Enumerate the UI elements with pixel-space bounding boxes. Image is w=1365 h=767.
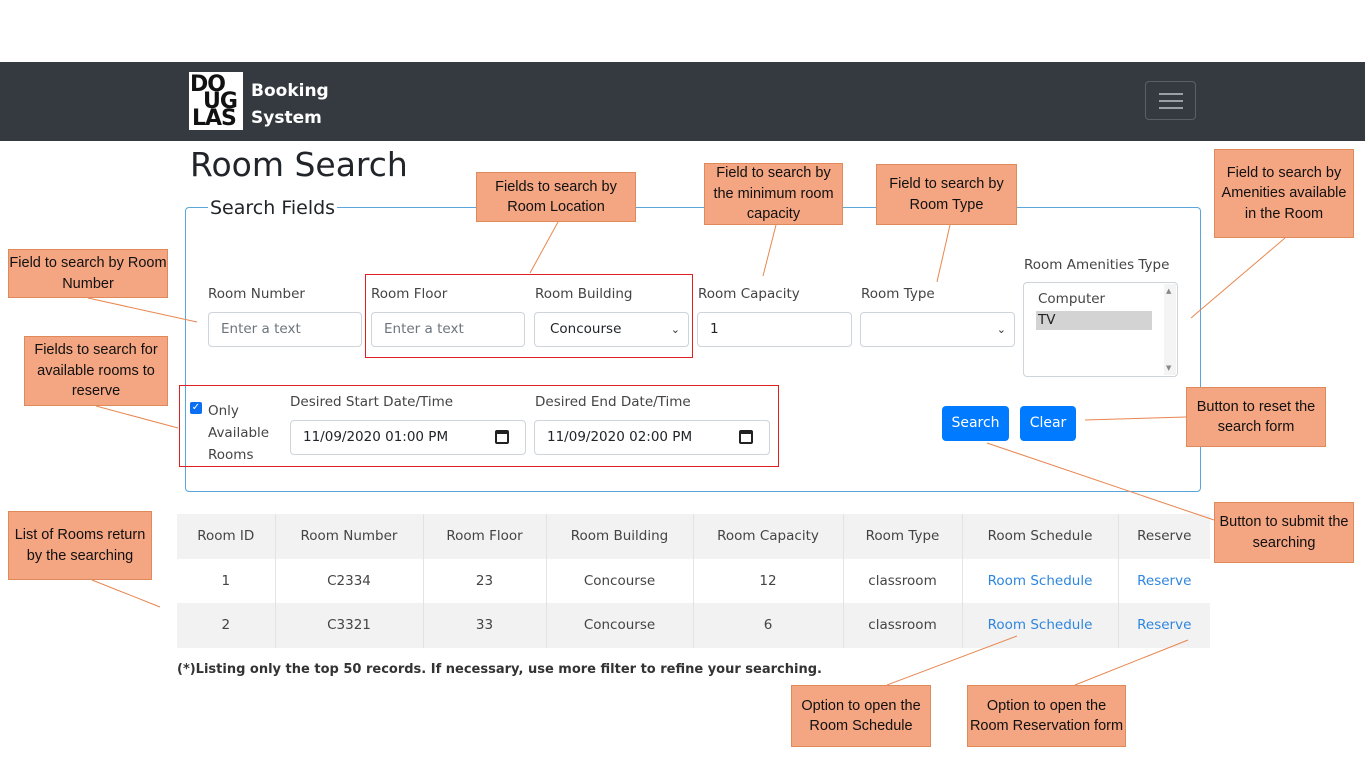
column-header: Room Capacity [693, 514, 844, 559]
room-number-label: Room Number [208, 286, 305, 302]
table-cell: 33 [423, 603, 547, 648]
amenity-option-selected[interactable]: TV [1036, 311, 1152, 330]
chevron-down-icon: ⌄ [996, 323, 1006, 336]
brand-line: Booking [251, 81, 329, 101]
leader-line [95, 405, 179, 429]
callout-available-rooms: Fields to search for available rooms to … [24, 336, 168, 406]
scroll-up-icon[interactable]: ▲ [1166, 287, 1171, 295]
brand[interactable]: Booking System [251, 78, 329, 132]
room-type-select[interactable]: ⌄ [860, 312, 1015, 347]
column-header: Room Number [275, 514, 424, 559]
column-header: Room Building [546, 514, 694, 559]
callout-submit-button: Button to submit the searching [1214, 502, 1354, 563]
stage: DO UG LAS Booking System Room Search Sea… [0, 0, 1365, 767]
navbar-toggler-button[interactable] [1145, 81, 1196, 120]
table-header-row: Room ID Room Number Room Floor Room Buil… [177, 514, 1210, 559]
callout-room-list: List of Rooms return by the searching [8, 511, 152, 580]
table-cell: C2334 [275, 558, 424, 603]
location-highlight-box [365, 274, 693, 358]
logo-text: LAS [192, 106, 237, 130]
amenities-label: Room Amenities Type [1024, 257, 1170, 273]
page-title: Room Search [190, 145, 408, 184]
column-header: Room Type [843, 514, 963, 559]
availability-highlight-box [179, 385, 779, 467]
results-note: (*)Listing only the top 50 records. If n… [177, 662, 822, 677]
table-cell: 23 [423, 558, 547, 603]
hamburger-icon [1159, 107, 1183, 109]
table-cell: 2 [177, 603, 276, 648]
table-cell: classroom [843, 603, 963, 648]
table-row: 1 C2334 23 Concourse 12 classroom Room S… [177, 558, 1210, 604]
callout-room-schedule: Option to open the Room Schedule [791, 685, 931, 747]
leader-line [91, 579, 161, 608]
table-cell: Concourse [546, 558, 694, 603]
search-button[interactable]: Search [942, 406, 1009, 441]
reserve-link[interactable]: Reserve [1118, 603, 1210, 648]
table-row: 2 C3321 33 Concourse 6 classroom Room Sc… [177, 603, 1210, 648]
callout-room-number: Field to search by Room Number [8, 249, 168, 298]
room-capacity-input[interactable]: 1 [697, 312, 852, 347]
room-number-input[interactable]: Enter a text [208, 312, 362, 347]
callout-room-reservation: Option to open the Room Reservation form [967, 685, 1126, 747]
hamburger-icon [1159, 93, 1183, 95]
callout-reset-button: Button to reset the search form [1186, 387, 1326, 447]
column-header: Room ID [177, 514, 276, 559]
amenities-listbox[interactable]: Computer TV ▲ ▼ [1023, 282, 1178, 377]
column-header: Room Schedule [962, 514, 1119, 559]
table-cell: C3321 [275, 603, 424, 648]
amenity-option[interactable]: Computer [1036, 290, 1152, 309]
leader-line [87, 297, 198, 323]
callout-room-location: Fields to search by Room Location [476, 172, 636, 222]
room-capacity-label: Room Capacity [698, 286, 800, 302]
room-schedule-link[interactable]: Room Schedule [962, 558, 1119, 603]
logo[interactable]: DO UG LAS [189, 72, 243, 130]
table-cell: classroom [843, 558, 963, 603]
room-schedule-link[interactable]: Room Schedule [962, 603, 1119, 648]
column-header: Reserve [1137, 528, 1192, 545]
scroll-down-icon[interactable]: ▼ [1166, 364, 1171, 372]
leader-line [1190, 237, 1286, 319]
reserve-link[interactable]: Reserve [1118, 559, 1210, 604]
brand-line: System [251, 108, 322, 128]
fieldset-legend: Search Fields [208, 197, 338, 219]
callout-amenities: Field to search by Amenities available i… [1214, 149, 1354, 238]
callout-room-type: Field to search by Room Type [876, 164, 1017, 225]
room-type-label: Room Type [861, 286, 935, 302]
table-cell: 1 [177, 558, 276, 603]
table-cell: 6 [693, 603, 844, 648]
clear-button[interactable]: Clear [1020, 406, 1076, 441]
hamburger-icon [1159, 100, 1183, 102]
callout-room-capacity: Field to search by the minimum room capa… [704, 163, 843, 225]
rooms-table: Room ID Room Number Room Floor Room Buil… [177, 514, 1210, 648]
table-cell: 12 [693, 558, 844, 603]
scrollbar[interactable]: ▲ ▼ [1164, 284, 1176, 375]
column-header: Room Floor [423, 514, 547, 559]
table-cell: Concourse [546, 603, 694, 648]
